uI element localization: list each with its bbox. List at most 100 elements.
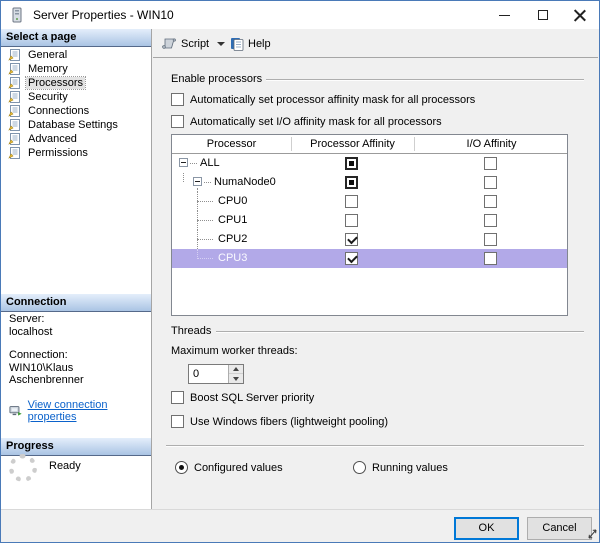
group-divider <box>216 331 584 332</box>
scroll-icon <box>161 37 177 50</box>
titlebar: Server Properties - WIN10 <box>1 1 599 29</box>
sidebar-item-permissions[interactable]: Permissions <box>1 146 150 160</box>
ok-button[interactable]: OK <box>454 517 519 540</box>
connection-icon <box>9 405 23 418</box>
sidebar: Select a page General Memory Processors … <box>1 29 152 509</box>
minimize-icon <box>499 15 510 16</box>
grid-row-numanode0[interactable]: NumaNode0 <box>172 173 567 192</box>
io-affinity-checkbox[interactable] <box>484 233 497 246</box>
sidebar-item-database-settings[interactable]: Database Settings <box>1 118 150 132</box>
script-button[interactable]: Script <box>156 33 230 54</box>
script-label: Script <box>181 38 209 50</box>
collapse-icon[interactable] <box>179 158 188 167</box>
help-button[interactable]: Help <box>225 33 276 54</box>
grid-header: Processor Processor Affinity I/O Affinit… <box>172 135 567 154</box>
processor-affinity-checkbox[interactable] <box>345 233 358 246</box>
windows-fibers-checkbox[interactable]: Use Windows fibers (lightweight pooling) <box>171 415 388 428</box>
chevron-down-icon[interactable] <box>217 42 225 46</box>
max-worker-threads-label: Maximum worker threads: <box>171 345 298 357</box>
page-list: General Memory Processors Security Conne… <box>1 48 150 160</box>
checkbox-icon[interactable] <box>171 391 184 404</box>
grid-row-all[interactable]: ALL <box>172 154 567 173</box>
resize-grip-icon[interactable] <box>587 527 598 542</box>
running-values-radio[interactable]: Running values <box>353 461 448 474</box>
help-label: Help <box>248 38 271 50</box>
configured-values-radio[interactable]: Configured values <box>175 461 283 474</box>
collapse-icon[interactable] <box>193 177 202 186</box>
sidebar-item-memory[interactable]: Memory <box>1 62 150 76</box>
io-affinity-checkbox[interactable] <box>484 176 497 189</box>
page-icon <box>8 119 21 131</box>
max-worker-threads-stepper[interactable]: 0 <box>188 364 244 384</box>
column-divider <box>414 137 415 151</box>
auto-processor-affinity-checkbox[interactable]: Automatically set processor affinity mas… <box>171 93 475 106</box>
processor-affinity-checkbox[interactable] <box>345 214 358 227</box>
maximize-button[interactable] <box>526 1 560 29</box>
sidebar-item-advanced[interactable]: Advanced <box>1 132 150 146</box>
column-header-processor: Processor <box>172 138 291 150</box>
grid-row-cpu1[interactable]: CPU1 <box>172 211 567 230</box>
sidebar-item-security[interactable]: Security <box>1 90 150 104</box>
up-arrow-icon <box>233 367 239 371</box>
radio-icon[interactable] <box>175 461 188 474</box>
io-affinity-checkbox[interactable] <box>484 157 497 170</box>
grid-row-cpu2[interactable]: CPU2 <box>172 230 567 249</box>
window-title: Server Properties - WIN10 <box>33 8 174 22</box>
processor-affinity-checkbox[interactable] <box>345 252 358 265</box>
checkbox-icon[interactable] <box>171 115 184 128</box>
connection-label: Connection: <box>9 349 147 361</box>
io-affinity-checkbox[interactable] <box>484 214 497 227</box>
group-divider <box>266 79 584 80</box>
select-a-page-header: Select a page <box>1 29 151 47</box>
page-icon <box>8 147 21 159</box>
processor-affinity-checkbox[interactable] <box>345 195 358 208</box>
stepper-up-button[interactable] <box>229 365 243 374</box>
server-value: localhost <box>9 326 147 338</box>
cancel-button[interactable]: Cancel <box>527 517 592 540</box>
progress-status: Ready <box>49 460 81 472</box>
processor-affinity-checkbox[interactable] <box>345 157 358 170</box>
grid-row-cpu0[interactable]: CPU0 <box>172 192 567 211</box>
help-book-icon <box>230 37 244 51</box>
minimize-button[interactable] <box>487 1 521 29</box>
page-icon <box>8 77 21 89</box>
view-connection-properties[interactable]: View connection properties <box>9 399 147 423</box>
checkbox-icon[interactable] <box>171 93 184 106</box>
page-icon <box>8 49 21 61</box>
server-icon <box>10 7 24 26</box>
io-affinity-checkbox[interactable] <box>484 252 497 265</box>
server-properties-dialog: Server Properties - WIN10 Select a page … <box>0 0 600 543</box>
threads-group-label: Threads <box>171 325 211 337</box>
processor-affinity-grid: Processor Processor Affinity I/O Affinit… <box>171 134 568 316</box>
sidebar-item-processors[interactable]: Processors <box>1 76 150 90</box>
enable-processors-group-label: Enable processors <box>171 73 262 85</box>
view-connection-properties-link[interactable]: View connection properties <box>28 399 147 423</box>
progress-block: Ready <box>9 454 37 482</box>
toolbar: Script Help <box>153 29 598 58</box>
sidebar-item-general[interactable]: General <box>1 48 150 62</box>
down-arrow-icon <box>233 377 239 381</box>
connection-info: Server: localhost Connection: WIN10\Klau… <box>9 313 147 423</box>
connection-header: Connection <box>1 294 151 312</box>
stepper-value[interactable]: 0 <box>193 368 199 380</box>
radio-icon[interactable] <box>353 461 366 474</box>
column-header-io-affinity: I/O Affinity <box>414 138 569 150</box>
grid-row-cpu3[interactable]: CPU3 <box>172 249 567 268</box>
close-button[interactable] <box>563 1 597 29</box>
auto-io-affinity-checkbox[interactable]: Automatically set I/O affinity mask for … <box>171 115 442 128</box>
close-icon <box>574 9 586 21</box>
page-icon <box>8 91 21 103</box>
maximize-icon <box>538 10 548 20</box>
io-affinity-checkbox[interactable] <box>484 195 497 208</box>
connection-value: WIN10\Klaus Aschenbrenner <box>9 362 147 386</box>
processor-affinity-checkbox[interactable] <box>345 176 358 189</box>
footer: OK Cancel <box>1 509 599 542</box>
boost-priority-checkbox[interactable]: Boost SQL Server priority <box>171 391 314 404</box>
page-icon <box>8 133 21 145</box>
page-icon <box>8 63 21 75</box>
sidebar-item-connections[interactable]: Connections <box>1 104 150 118</box>
server-label: Server: <box>9 313 147 325</box>
stepper-down-button[interactable] <box>229 374 243 383</box>
main-panel: Script Help Enable processors Automatica… <box>153 29 598 509</box>
checkbox-icon[interactable] <box>171 415 184 428</box>
